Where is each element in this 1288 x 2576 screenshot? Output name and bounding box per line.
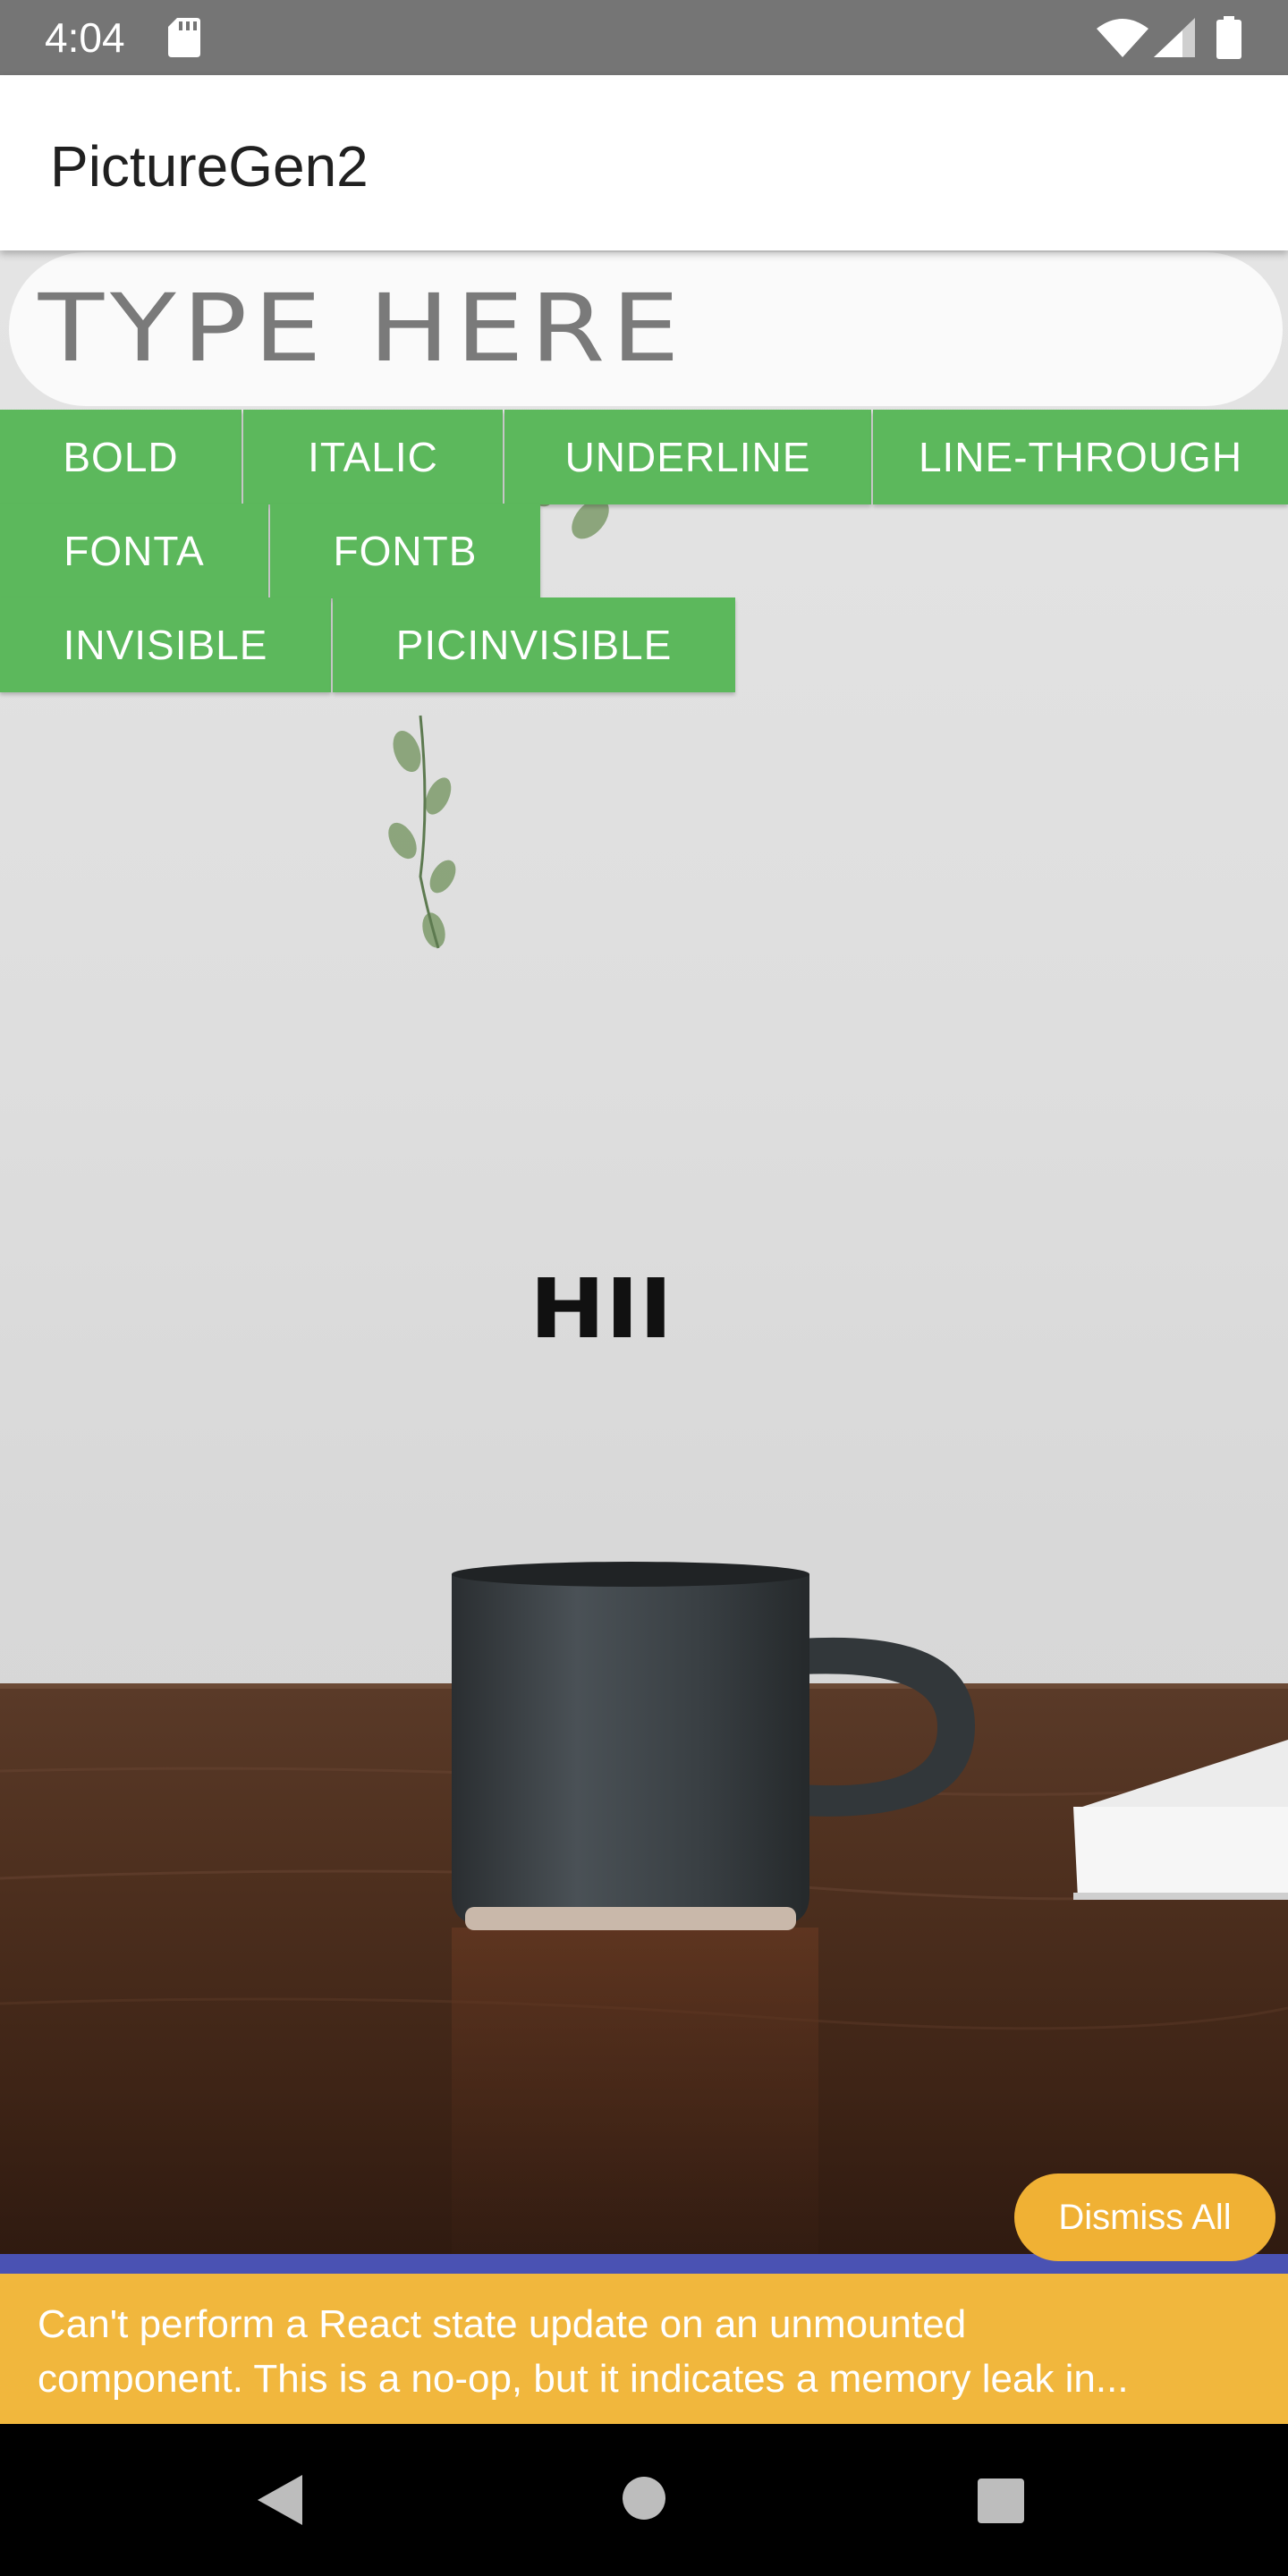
- back-icon[interactable]: [254, 2473, 304, 2530]
- bold-button[interactable]: BOLD: [0, 410, 242, 504]
- text-input[interactable]: [36, 265, 1288, 392]
- status-time: 4:04: [45, 14, 125, 61]
- text-input-container: [9, 252, 1288, 406]
- app-title: PictureGen2: [50, 134, 369, 199]
- recents-icon[interactable]: [977, 2478, 1025, 2528]
- fontb-button[interactable]: FONTB: [270, 504, 540, 598]
- dismiss-all-button[interactable]: Dismiss All: [1014, 2174, 1275, 2261]
- warning-message-line2: component. This is a no-op, but it indic…: [38, 2357, 1129, 2401]
- status-bar: 4:04: [0, 0, 1288, 75]
- battery-icon: [1216, 16, 1241, 63]
- sd-card-icon: [168, 18, 200, 61]
- overlay-text: HII: [529, 1261, 674, 1357]
- fonta-button[interactable]: FONTA: [0, 504, 268, 598]
- main-content: BOLD ITALIC UNDERLINE LINE-THROUGH FONTA…: [0, 250, 1288, 2254]
- line-through-button[interactable]: LINE-THROUGH: [873, 410, 1288, 504]
- navigation-bar: [0, 2424, 1288, 2576]
- warning-toast[interactable]: Can't perform a React state update on an…: [0, 2274, 1288, 2424]
- home-icon[interactable]: [621, 2475, 667, 2525]
- warning-message-line1: Can't perform a React state update on an…: [38, 2302, 967, 2346]
- underline-button[interactable]: UNDERLINE: [504, 410, 871, 504]
- cell-signal-icon: [1154, 18, 1195, 61]
- picinvisible-button[interactable]: PICINVISIBLE: [333, 597, 735, 692]
- app-bar: PictureGen2: [0, 75, 1288, 250]
- invisible-button[interactable]: INVISIBLE: [0, 597, 331, 692]
- italic-button[interactable]: ITALIC: [243, 410, 503, 504]
- wifi-icon: [1097, 18, 1148, 61]
